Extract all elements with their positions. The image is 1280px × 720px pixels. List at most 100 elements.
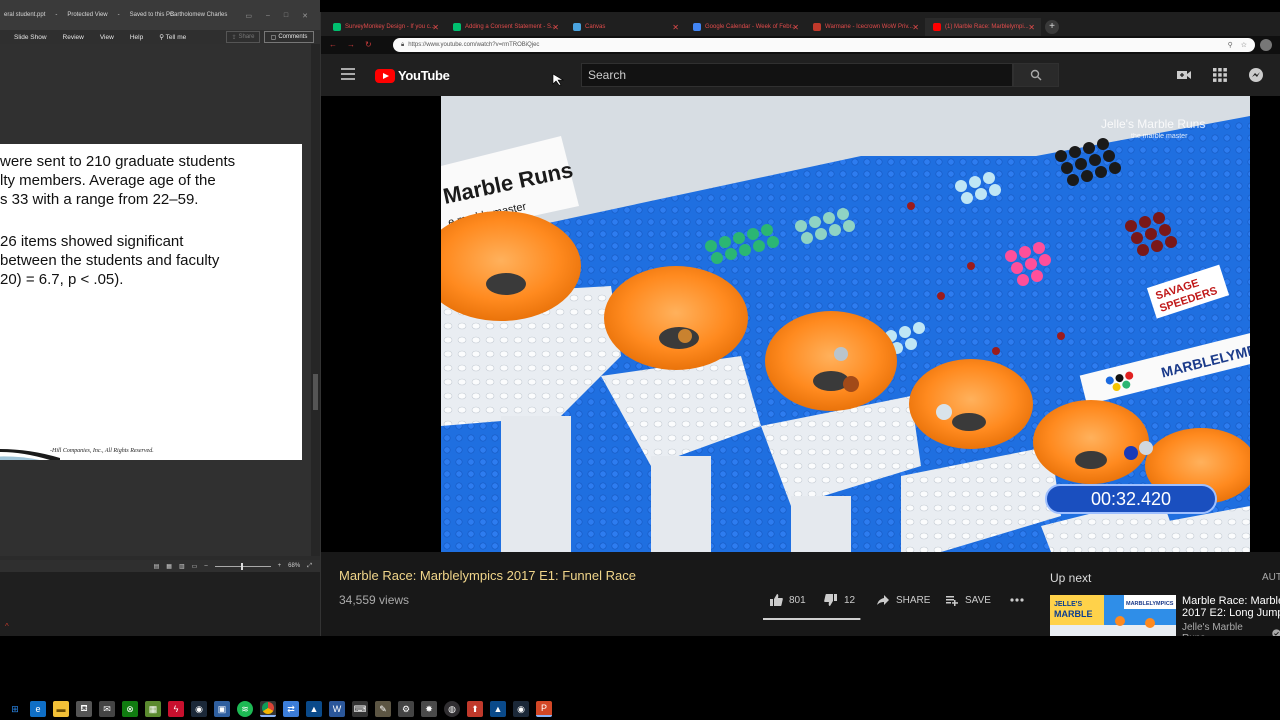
zoom-icon[interactable]: ⚲ — [1228, 41, 1233, 49]
rocket-icon[interactable]: ⬆ — [467, 701, 483, 717]
browser-tab[interactable]: Canvas ✕ — [565, 18, 685, 36]
ribbon-tab-help[interactable]: Help — [130, 34, 143, 41]
thumb-text: MARBLE — [1054, 609, 1093, 619]
terminal-icon[interactable]: ⌨ — [352, 701, 368, 717]
share-button[interactable]: SHARE — [876, 593, 930, 607]
autoplay-label[interactable]: AUT — [1262, 572, 1280, 583]
windows-logo-icon[interactable]: ⊞ — [7, 701, 23, 717]
obs-icon[interactable]: ◍ — [444, 701, 460, 717]
next-video-channel[interactable]: Jelle's Marble Runs — [1182, 622, 1280, 636]
xbox-icon[interactable]: ⊗ — [122, 701, 138, 717]
messages-icon[interactable] — [1248, 67, 1264, 83]
comments-label: Comments — [278, 34, 308, 40]
address-bar[interactable]: 🔒︎ https://www.youtube.com/watch?v=rmTRO… — [393, 38, 1255, 52]
teamviewer-icon[interactable]: ⇄ — [283, 701, 299, 717]
comment-icon: ▢ — [270, 34, 277, 41]
share-button[interactable]: ⇪ Share — [226, 31, 260, 43]
dislike-button[interactable]: 12 — [824, 593, 855, 607]
slide-sorter-icon[interactable]: ▦ — [166, 563, 172, 570]
tab-label: Canvas — [585, 24, 606, 30]
search-input[interactable]: Search — [581, 63, 1013, 87]
hamburger-menu-icon[interactable] — [341, 68, 355, 80]
steam-2-icon[interactable]: ◉ — [513, 701, 529, 717]
messenger-icon[interactable]: ▣ — [214, 701, 230, 717]
edge-browser-icon[interactable]: e — [30, 701, 46, 717]
ppt-vertical-scrollbar[interactable] — [311, 44, 320, 556]
video-player[interactable]: Marble Runs e marble master Jelle's Marb… — [441, 96, 1250, 552]
save-label: SAVE — [965, 594, 991, 606]
scrollbar-thumb[interactable] — [313, 374, 318, 410]
azure-data-icon[interactable]: ▲ — [490, 701, 506, 717]
tab-close-icon[interactable]: ✕ — [552, 23, 559, 32]
next-video-title[interactable]: Marble Race: Marble 2017 E2: Long Jump — [1182, 595, 1280, 619]
file-explorer-icon[interactable]: ▬ — [53, 701, 69, 717]
browser-tab[interactable]: Google Calendar - Week of Febr... ✕ — [685, 18, 805, 36]
share-label: Share — [238, 34, 255, 40]
ppt-separator: - — [117, 12, 120, 18]
more-actions-button[interactable] — [1009, 593, 1025, 607]
comments-button[interactable]: ▢ Comments — [264, 31, 314, 43]
browser-tab[interactable]: Warmane - Icecrown WoW Priv... ✕ — [805, 18, 925, 36]
create-video-icon[interactable] — [1176, 67, 1192, 83]
ribbon-display-icon[interactable]: ▭ — [245, 12, 252, 20]
reload-icon[interactable]: ↻ — [365, 40, 372, 49]
thumb-text: JELLE'S — [1054, 601, 1082, 608]
spotify-icon[interactable]: ≋ — [237, 701, 253, 717]
tell-me-search[interactable]: ⚲ Tell me — [159, 33, 186, 41]
windows-taskbar: ⊞ e ▬ ⛾ ✉ ⊗ ▦ ϟ ◉ ▣ ≋ ⇄ ▲ W ⌨ ✎ ⚙ ✸ ◍ ⬆ … — [0, 698, 1280, 720]
slide[interactable]: were sent to 210 graduate students lty m… — [0, 144, 302, 460]
tab-close-icon[interactable]: ✕ — [792, 23, 799, 32]
youtube-logo-text: YouTube — [398, 68, 450, 83]
like-button[interactable]: 801 — [769, 593, 806, 607]
next-video-thumbnail[interactable]: JELLE'S MARBLE MARBLELYMPICS — [1050, 595, 1176, 636]
azure-icon[interactable]: ▲ — [306, 701, 322, 717]
search-button[interactable] — [1013, 63, 1059, 87]
browser-tab[interactable]: SurveyMonkey Design - If you c... ✕ — [325, 18, 445, 36]
tab-close-icon[interactable]: ✕ — [432, 23, 439, 32]
slideshow-view-icon[interactable]: ▭ — [192, 563, 198, 570]
forward-icon[interactable]: → — [347, 40, 355, 49]
powerpoint-icon[interactable]: P — [536, 701, 552, 717]
minimize-icon[interactable]: – — [266, 12, 270, 20]
tab-close-icon[interactable]: ✕ — [672, 23, 679, 32]
tool-icon[interactable]: ✸ — [421, 701, 437, 717]
profile-avatar[interactable] — [1260, 39, 1272, 51]
back-icon[interactable]: ← — [329, 40, 337, 49]
powerpoint-window: eral student.ppt - Protected View - Save… — [0, 0, 320, 636]
browser-tab[interactable]: Adding a Consent Statement - S... ✕ — [445, 18, 565, 36]
youtube-play-icon — [375, 68, 395, 83]
tab-close-icon[interactable]: ✕ — [912, 23, 919, 32]
apps-grid-icon[interactable] — [1212, 67, 1228, 83]
settings-icon[interactable]: ⚙ — [398, 701, 414, 717]
ribbon-tab-review[interactable]: Review — [63, 34, 84, 41]
chrome-icon[interactable] — [260, 701, 276, 717]
word-icon[interactable]: W — [329, 701, 345, 717]
browser-tab-active[interactable]: (1) Marble Race: Marblelympi... ✕ — [925, 18, 1041, 36]
fit-slide-icon[interactable]: ⤢ — [307, 563, 312, 570]
bookmark-star-icon[interactable]: ☆ — [1241, 41, 1247, 49]
mail-icon[interactable]: ✉ — [99, 701, 115, 717]
minecraft-icon[interactable]: ▦ — [145, 701, 161, 717]
tab-label: Warmane - Icecrown WoW Priv... — [825, 24, 913, 30]
youtube-logo[interactable]: YouTube — [375, 68, 450, 83]
maximize-icon[interactable]: □ — [284, 12, 288, 20]
gimp-icon[interactable]: ✎ — [375, 701, 391, 717]
ribbon-tab-view[interactable]: View — [100, 34, 114, 41]
zoom-slider[interactable] — [214, 562, 271, 570]
tab-close-icon[interactable]: ✕ — [1028, 23, 1035, 32]
zoom-in-icon[interactable]: + — [278, 563, 282, 569]
zoom-out-icon[interactable]: – — [204, 563, 207, 569]
zoom-level[interactable]: 68% — [288, 563, 300, 569]
browser-toolbar: ← → ↻ 🔒︎ https://www.youtube.com/watch?v… — [321, 36, 1280, 54]
reading-view-icon[interactable]: ▥ — [179, 563, 185, 570]
ribbon-tab-slide-show[interactable]: Slide Show — [14, 34, 47, 41]
ppt-separator: - — [55, 12, 58, 18]
steam-icon[interactable]: ◉ — [191, 701, 207, 717]
vpn-icon[interactable]: ϟ — [168, 701, 184, 717]
video-title: Marble Race: Marblelympics 2017 E1: Funn… — [339, 568, 636, 583]
store-icon[interactable]: ⛾ — [76, 701, 92, 717]
new-tab-button[interactable]: + — [1045, 20, 1059, 34]
save-button[interactable]: SAVE — [945, 593, 991, 607]
normal-view-icon[interactable]: ▤ — [154, 563, 160, 570]
close-icon[interactable]: ✕ — [302, 12, 308, 20]
